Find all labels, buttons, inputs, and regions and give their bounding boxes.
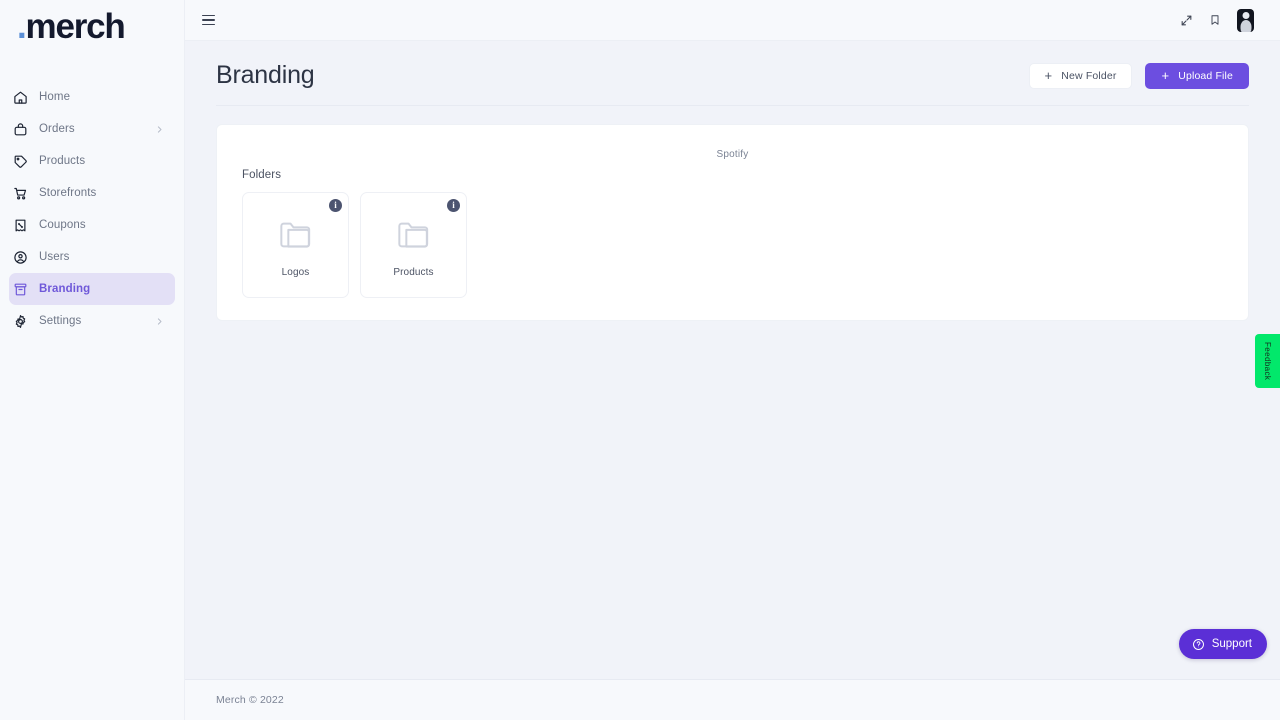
page-header-row: Branding + New Folder + Upload File: [216, 61, 1249, 106]
folder-name: Products: [393, 266, 434, 278]
bag-icon: [13, 119, 39, 139]
gear-icon: [13, 311, 39, 331]
new-folder-button[interactable]: + New Folder: [1028, 62, 1133, 89]
archive-icon: [13, 279, 39, 299]
home-icon: [13, 87, 39, 107]
support-label: Support: [1211, 638, 1252, 650]
page-actions: + New Folder + Upload File: [1028, 62, 1249, 89]
sidebar-item-label: Users: [39, 251, 70, 263]
folders-card: Spotify Folders i Logos i Products: [216, 123, 1249, 321]
sidebar-item-coupons[interactable]: Coupons: [9, 209, 175, 241]
topbar-actions: [1180, 8, 1254, 32]
folders-heading: Folders: [242, 168, 282, 181]
page-title: Branding: [216, 61, 315, 89]
copyright-text: Merch © 2022: [216, 694, 284, 706]
logo[interactable]: .merch: [0, 0, 184, 52]
folder-grid: i Logos i Products: [242, 191, 1226, 298]
sidebar-item-branding[interactable]: Branding: [9, 273, 175, 305]
plus-icon: +: [1161, 67, 1170, 83]
folder-name: Logos: [281, 266, 310, 278]
app-root: .merch Home Orders Products Storefronts …: [0, 0, 1280, 720]
folder-icon: [276, 215, 316, 255]
footer: Merch © 2022: [185, 679, 1280, 720]
sidebar-item-orders[interactable]: Orders: [9, 113, 175, 145]
sidebar-item-home[interactable]: Home: [9, 81, 175, 113]
sidebar-item-label: Settings: [39, 315, 82, 327]
info-icon[interactable]: i: [447, 198, 460, 212]
question-circle-icon: [1192, 638, 1205, 651]
logo-name: merch: [25, 6, 126, 46]
sidebar-item-label: Branding: [39, 283, 91, 295]
feedback-tab[interactable]: Feedback: [1255, 334, 1280, 388]
sidebar-item-storefronts[interactable]: Storefronts: [9, 177, 175, 209]
user-circle-icon: [13, 247, 39, 267]
main-column: Branding + New Folder + Upload File Spot…: [185, 0, 1280, 720]
plus-icon: +: [1044, 67, 1053, 83]
cart-icon: [13, 183, 39, 203]
bookmark-icon[interactable]: [1209, 13, 1221, 27]
breadcrumb: Spotify: [716, 148, 749, 160]
sidebar-item-users[interactable]: Users: [9, 241, 175, 273]
logo-dot: .: [17, 6, 27, 46]
sidebar-item-products[interactable]: Products: [9, 145, 175, 177]
hamburger-icon[interactable]: [201, 9, 223, 31]
topbar: [185, 0, 1280, 41]
expand-icon[interactable]: [1180, 14, 1193, 27]
avatar[interactable]: [1237, 8, 1254, 32]
info-icon[interactable]: i: [329, 198, 342, 212]
upload-file-label: Upload File: [1178, 69, 1233, 82]
sidebar-item-label: Home: [39, 91, 71, 103]
folder-item[interactable]: i Logos: [242, 191, 349, 298]
sidebar-item-label: Storefronts: [39, 187, 97, 199]
sidebar-item-label: Products: [39, 155, 86, 167]
content-area: Spotify Folders i Logos i Products: [185, 106, 1280, 321]
new-folder-label: New Folder: [1061, 69, 1117, 82]
sidebar: .merch Home Orders Products Storefronts …: [0, 0, 185, 720]
logo-text: .merch: [17, 6, 126, 46]
feedback-label: Feedback: [1263, 341, 1272, 381]
support-button[interactable]: Support: [1178, 629, 1267, 659]
coupon-icon: [13, 215, 39, 235]
folder-icon: [394, 215, 434, 255]
tag-icon: [13, 151, 39, 171]
page-header: Branding + New Folder + Upload File: [185, 41, 1280, 106]
chevron-right-icon: [155, 317, 164, 326]
sidebar-item-label: Orders: [39, 123, 75, 135]
sidebar-item-label: Coupons: [39, 219, 86, 231]
upload-file-button[interactable]: + Upload File: [1145, 62, 1249, 89]
sidebar-nav: Home Orders Products Storefronts Coupons…: [0, 81, 184, 337]
folder-item[interactable]: i Products: [360, 191, 467, 298]
sidebar-item-settings[interactable]: Settings: [9, 305, 175, 337]
chevron-right-icon: [155, 125, 164, 134]
